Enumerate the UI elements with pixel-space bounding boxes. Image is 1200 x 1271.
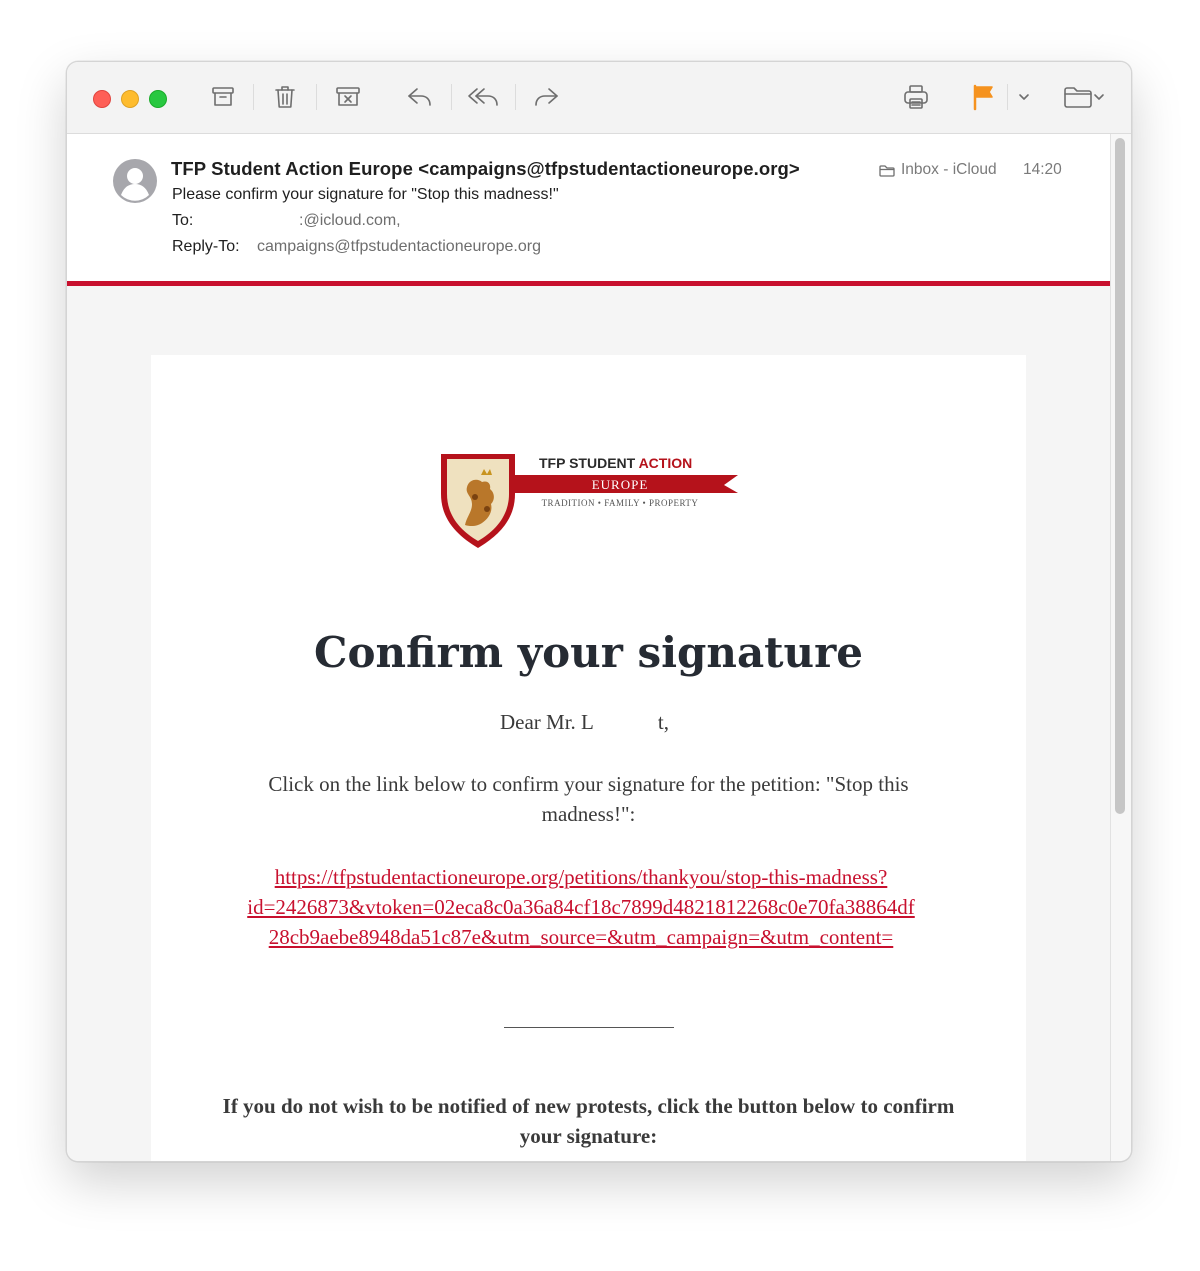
- email-card: TFP STUDENT ACTION EUROPE TRADITION • FA…: [151, 355, 1026, 1161]
- print-icon: [904, 85, 928, 109]
- print-button[interactable]: [899, 82, 933, 112]
- toolbar-separator: [1007, 84, 1008, 110]
- instruction-paragraph: Click on the link below to confirm your …: [268, 772, 909, 826]
- flag-button[interactable]: [967, 82, 999, 112]
- toolbar-separator: [316, 84, 317, 110]
- divider: [504, 1027, 674, 1028]
- scrollbar-thumb[interactable]: [1115, 138, 1125, 814]
- svg-text:TFP STUDENT ACTION: TFP STUDENT ACTION: [539, 455, 692, 471]
- archive-icon: [212, 87, 234, 106]
- flag-icon: [973, 84, 993, 111]
- to-address[interactable]: :@icloud.com,: [299, 212, 401, 230]
- toolbar-separator: [451, 84, 452, 110]
- toolbar: [67, 62, 1131, 134]
- reply-all-icon: [468, 88, 498, 106]
- confirmation-link[interactable]: https://tfpstudentactioneurope.org/petit…: [201, 862, 961, 952]
- junk-icon: [336, 87, 360, 106]
- move-to-folder-button[interactable]: [1059, 82, 1109, 112]
- folder-icon: [1064, 87, 1092, 108]
- message-header: TFP Student Action Europe <campaigns@tfp…: [67, 134, 1110, 282]
- reply-to-label: Reply-To:: [172, 238, 240, 255]
- forward-icon: [535, 88, 558, 106]
- close-window-button[interactable]: [93, 90, 111, 108]
- greeting-end: t,: [657, 710, 669, 734]
- sender[interactable]: TFP Student Action Europe <campaigns@tfp…: [171, 158, 800, 180]
- email-title: Confirm your signature: [314, 628, 863, 677]
- svg-text:EUROPE: EUROPE: [592, 477, 649, 492]
- to-label: To:: [172, 212, 194, 229]
- toolbar-separator: [515, 84, 516, 110]
- mail-window: TFP Student Action Europe <campaigns@tfp…: [66, 61, 1132, 1162]
- trash-icon: [275, 86, 295, 108]
- reply-icon: [408, 88, 431, 106]
- archive-button[interactable]: [207, 82, 239, 112]
- avatar: [112, 158, 158, 204]
- reply-to-address[interactable]: campaigns@tfpstudentactioneurope.org: [257, 238, 541, 256]
- received-time: 14:20: [1023, 161, 1062, 178]
- greeting-start: Dear Mr. L: [500, 710, 594, 734]
- flag-menu-button[interactable]: [1015, 82, 1033, 112]
- message-body: TFP STUDENT ACTION EUROPE TRADITION • FA…: [67, 286, 1110, 1161]
- delete-button[interactable]: [269, 82, 301, 112]
- greeting: Dear Mr. L t,: [500, 710, 669, 735]
- chevron-down-icon: [1019, 94, 1029, 100]
- reply-all-button[interactable]: [464, 82, 504, 112]
- forward-button[interactable]: [529, 82, 563, 112]
- mailbox-name: Inbox - iCloud: [901, 161, 997, 178]
- zoom-window-button[interactable]: [149, 90, 167, 108]
- toolbar-separator: [253, 84, 254, 110]
- chevron-down-icon: [1094, 94, 1104, 100]
- unsubscribe-notice: If you do not wish to be notified of new…: [222, 1094, 955, 1148]
- subject: Please confirm your signature for "Stop …: [172, 186, 559, 203]
- svg-text:TRADITION • FAMILY • PROPERTY: TRADITION • FAMILY • PROPERTY: [542, 498, 699, 508]
- tfp-logo[interactable]: TFP STUDENT ACTION EUROPE TRADITION • FA…: [437, 453, 742, 548]
- mailbox-indicator: Inbox - iCloud: [879, 161, 997, 179]
- reply-button[interactable]: [403, 82, 437, 112]
- junk-button[interactable]: [331, 82, 365, 112]
- minimize-window-button[interactable]: [121, 90, 139, 108]
- folder-icon: [879, 164, 895, 177]
